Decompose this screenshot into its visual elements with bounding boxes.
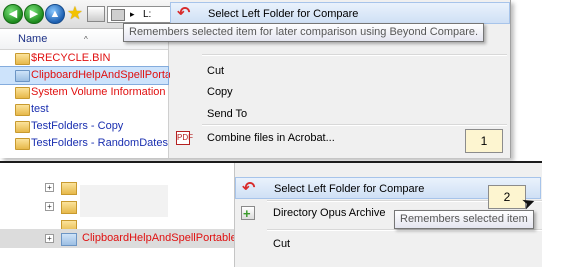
list-item[interactable]: TestFolders - Copy (0, 118, 168, 135)
expand-icon[interactable]: + (45, 183, 54, 192)
acrobat-icon: PDF (176, 131, 193, 145)
folder-icon (15, 87, 30, 99)
file-list: Name ^ $RECYCLE.BIN ClipboardHelpAndSpel… (0, 29, 186, 158)
menu-item-select-left-folder[interactable]: ↶ Select Left Folder for Compare (170, 2, 510, 24)
list-item[interactable]: $RECYCLE.BIN (0, 50, 168, 67)
folder-icon (61, 233, 77, 246)
list-item-label: test (31, 103, 49, 115)
menu-separator (267, 229, 542, 231)
forward-icon[interactable]: ▶ (24, 4, 44, 24)
list-item[interactable]: TestFolders - RandomDates (0, 135, 168, 152)
list-item-label: TestFolders - Copy (31, 120, 124, 132)
folder-icon (61, 182, 77, 195)
menu-item-label: Select Left Folder for Compare (274, 183, 425, 195)
column-header-label: Name (18, 33, 48, 45)
expand-icon[interactable]: + (45, 234, 54, 243)
expand-icon[interactable]: + (45, 202, 54, 211)
menu-item-label: Send To (207, 108, 248, 120)
menu-item-cut[interactable]: Cut (235, 233, 541, 255)
tree-item-label: ClipboardHelpAndSpellPortable (82, 232, 237, 244)
redacted-area (80, 185, 168, 217)
favorites-star-icon[interactable]: ★ (66, 4, 84, 22)
menu-item-combine-acrobat[interactable]: PDF Combine files in Acrobat... (170, 127, 510, 149)
beyond-compare-icon: ↶ (177, 5, 191, 22)
menu-item-copy[interactable]: Copy (170, 81, 510, 103)
drive-label: L: (143, 9, 152, 20)
menu-item-label: Select Left Folder for Compare (208, 8, 359, 20)
list-item[interactable]: test (0, 101, 168, 118)
menu-item-label: Cut (207, 65, 225, 77)
menu-item-label: Directory Opus Archive (273, 207, 386, 219)
sort-caret-icon: ^ (84, 35, 88, 44)
folder-icon (15, 104, 30, 116)
list-item-label: ClipboardHelpAndSpellPortable (31, 69, 186, 81)
back-icon[interactable]: ◀ (3, 4, 23, 24)
folder-icon (61, 201, 77, 214)
menu-item-label: Combine files in Acrobat... (207, 132, 335, 144)
drive-icon (111, 9, 125, 21)
menu-item-label: Cut (273, 238, 291, 250)
menu-separator (202, 124, 507, 126)
step-badge: 1 (465, 129, 503, 153)
view-mode-icon[interactable] (87, 6, 105, 22)
menu-item-cut[interactable]: Cut (170, 60, 510, 82)
folder-tree: + + + ClipboardHelpAndSpellPortable (0, 163, 237, 267)
tooltip: Remembers selected item for later compar… (123, 23, 485, 42)
archive-icon (241, 203, 255, 225)
tooltip: Remembers selected item (394, 210, 534, 229)
up-icon[interactable]: ▲ (45, 4, 65, 24)
menu-separator (202, 54, 507, 56)
folder-icon (15, 138, 30, 150)
list-item-label: TestFolders - RandomDates (31, 137, 168, 149)
menu-item-send-to[interactable]: Send To (170, 103, 510, 125)
explorer-panel-2: + + + ClipboardHelpAndSpellPortable ↶ Se… (0, 161, 542, 267)
folder-icon (15, 70, 30, 82)
folder-icon (15, 53, 30, 65)
drive-selector[interactable]: ▸ L: (107, 6, 175, 23)
beyond-compare-icon: ↶ (242, 180, 256, 197)
list-item-label: $RECYCLE.BIN (31, 52, 111, 64)
breadcrumb-arrow-icon: ▸ (130, 9, 135, 19)
tree-item-selected[interactable]: + ClipboardHelpAndSpellPortable (0, 229, 237, 248)
list-item-selected[interactable]: ClipboardHelpAndSpellPortable (0, 66, 186, 85)
list-item[interactable]: System Volume Information (0, 84, 168, 101)
menu-item-label: Copy (207, 86, 233, 98)
explorer-panel-1: ◀ ▶ ▲ ★ ▸ L: Name ^ $RECYCLE.BIN Clipboa… (0, 0, 511, 158)
folder-icon (15, 121, 30, 133)
list-item-label: System Volume Information (31, 86, 166, 98)
